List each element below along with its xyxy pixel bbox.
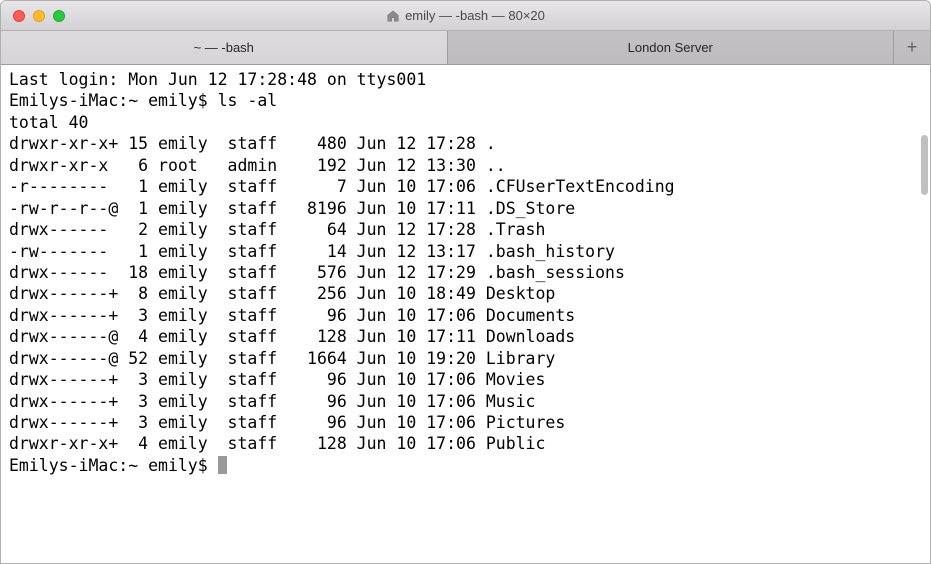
window-title: emily — -bash — 80×20 xyxy=(1,8,930,23)
window-titlebar[interactable]: emily — -bash — 80×20 xyxy=(1,1,930,31)
scrollbar-thumb[interactable] xyxy=(921,135,928,195)
minimize-icon[interactable] xyxy=(33,10,45,22)
tab-label: ~ — -bash xyxy=(194,40,254,55)
terminal-text: Last login: Mon Jun 12 17:28:48 on ttys0… xyxy=(9,70,675,475)
terminal-cursor xyxy=(218,456,227,474)
maximize-icon[interactable] xyxy=(53,10,65,22)
terminal-output[interactable]: Last login: Mon Jun 12 17:28:48 on ttys0… xyxy=(1,65,930,563)
window-title-text: emily — -bash — 80×20 xyxy=(405,8,545,23)
tab-bar: ~ — -bash London Server + xyxy=(1,31,930,65)
traffic-lights xyxy=(1,10,65,22)
home-icon xyxy=(386,9,400,23)
close-icon[interactable] xyxy=(13,10,25,22)
tab-london-server[interactable]: London Server xyxy=(448,31,895,64)
new-tab-button[interactable]: + xyxy=(894,31,930,64)
plus-icon: + xyxy=(907,37,918,58)
terminal-window: emily — -bash — 80×20 ~ — -bash London S… xyxy=(0,0,931,564)
tab-label: London Server xyxy=(628,40,713,55)
tab-bash[interactable]: ~ — -bash xyxy=(1,31,448,64)
